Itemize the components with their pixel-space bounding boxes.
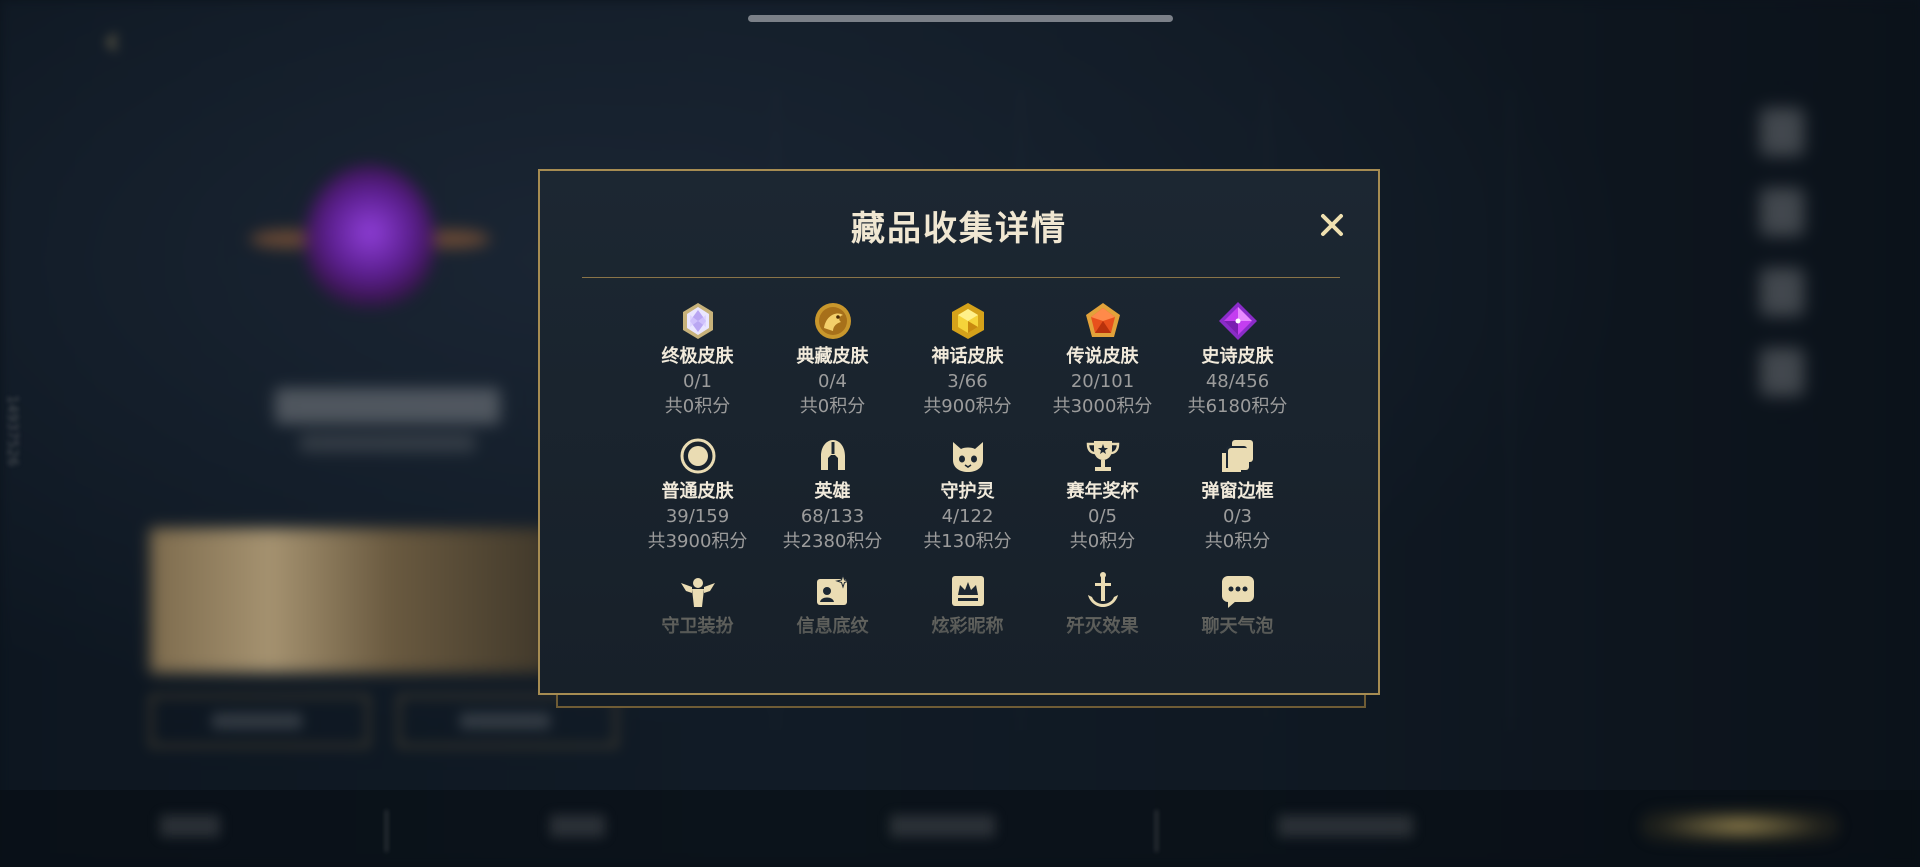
modal-title: 藏品收集详情 — [851, 209, 1067, 249]
item-points: 共0积分 — [664, 396, 731, 417]
bottom-separator — [385, 810, 388, 852]
item-label: 典藏皮肤 — [796, 346, 869, 367]
collection-item-legendary-skin[interactable]: 传说皮肤 20/101 共3000积分 — [1035, 301, 1170, 419]
item-points: 共6180积分 — [1187, 396, 1288, 417]
collection-item-popup-frame[interactable]: 弹窗边框 0/3 共0积分 — [1170, 436, 1305, 554]
close-icon — [1321, 214, 1343, 236]
item-points: 共0积分 — [1204, 531, 1271, 552]
bottom-separator — [1155, 810, 1158, 852]
item-count: 0/4 — [818, 371, 847, 392]
collection-item-normal-skin[interactable]: 普通皮肤 39/159 共3900积分 — [630, 436, 765, 554]
item-label: 传说皮肤 — [1066, 346, 1139, 367]
item-points: 共3900积分 — [647, 531, 748, 552]
item-count: 0/3 — [1223, 506, 1252, 527]
side-menu-icon[interactable] — [1760, 108, 1804, 156]
item-label: 普通皮肤 — [661, 481, 734, 502]
player-name-blur — [275, 388, 500, 424]
collection-item-annihilation-effect[interactable]: 歼灭效果 — [1035, 571, 1170, 639]
collection-item-info-background[interactable]: 信息底纹 — [765, 571, 900, 639]
item-label: 赛年奖杯 — [1066, 481, 1139, 502]
item-points: 共0积分 — [1069, 531, 1136, 552]
item-label: 史诗皮肤 — [1201, 346, 1274, 367]
item-count: 68/133 — [800, 506, 865, 527]
side-menu-icon[interactable] — [1760, 268, 1804, 316]
item-count: 0/1 — [683, 371, 712, 392]
bottom-action-button[interactable] — [1640, 808, 1840, 844]
bottom-tab[interactable] — [890, 815, 995, 837]
background-column-line — [1510, 90, 1512, 730]
side-vertical-text: 14937526 — [4, 395, 20, 467]
bottom-tab[interactable] — [1278, 815, 1413, 837]
back-button[interactable]: ‹ — [104, 18, 120, 64]
item-points: 共0积分 — [799, 396, 866, 417]
mythic-skin-icon — [951, 303, 984, 339]
item-label: 守卫装扮 — [661, 616, 734, 637]
guard-costume-icon — [680, 578, 715, 607]
chat-bubble-icon — [1221, 576, 1254, 608]
item-label: 英雄 — [814, 481, 851, 502]
collection-item-colorful-nickname[interactable]: 炫彩昵称 — [900, 571, 1035, 639]
legendary-skin-icon — [1085, 303, 1120, 337]
item-label: 信息底纹 — [796, 616, 869, 637]
collection-item-epic-skin[interactable]: 史诗皮肤 48/456 共6180积分 — [1170, 301, 1305, 419]
bottom-tab[interactable] — [550, 815, 605, 837]
colorful-nickname-icon — [951, 576, 984, 606]
annihilation-effect-icon — [1087, 572, 1118, 607]
item-points: 共3000积分 — [1052, 396, 1153, 417]
title-divider — [582, 277, 1340, 278]
side-menu-icon[interactable] — [1760, 188, 1804, 236]
item-label: 炫彩昵称 — [931, 616, 1004, 637]
close-button[interactable] — [1310, 203, 1354, 247]
collection-item-guard-costume[interactable]: 守卫装扮 — [630, 571, 765, 639]
collector-skin-icon — [814, 303, 851, 339]
item-label: 守护灵 — [940, 481, 995, 502]
item-count: 48/456 — [1205, 371, 1270, 392]
item-count: 20/101 — [1070, 371, 1135, 392]
collection-detail-modal: 藏品收集详情 终极皮肤 0/1 共0积分 典藏皮肤 0/4 共0积分 神话皮肤 … — [538, 169, 1380, 695]
player-subtitle-blur — [300, 434, 475, 452]
collection-item-chat-bubble[interactable]: 聊天气泡 — [1170, 571, 1305, 639]
collection-item-ultimate-skin[interactable]: 终极皮肤 0/1 共0积分 — [630, 301, 765, 419]
item-count: 4/122 — [941, 506, 994, 527]
collection-item-mythic-skin[interactable]: 神话皮肤 3/66 共900积分 — [900, 301, 1035, 419]
item-count: 39/159 — [665, 506, 730, 527]
trophy-icon — [1086, 441, 1119, 471]
item-label: 歼灭效果 — [1066, 616, 1139, 637]
ultimate-skin-icon — [682, 303, 713, 339]
side-menu-icon[interactable] — [1760, 348, 1804, 396]
item-points: 共130积分 — [923, 531, 1012, 552]
popup-frame-icon — [1221, 440, 1253, 472]
chevron-left-icon: ‹ — [104, 18, 120, 64]
item-count: 0/5 — [1088, 506, 1117, 527]
collection-item-collector-skin[interactable]: 典藏皮肤 0/4 共0积分 — [765, 301, 900, 419]
bottom-tab[interactable] — [160, 815, 220, 837]
collection-item-season-trophy[interactable]: 赛年奖杯 0/5 共0积分 — [1035, 436, 1170, 554]
top-drag-handle[interactable] — [748, 15, 1173, 22]
item-count: 3/66 — [947, 371, 988, 392]
emblem-orb — [305, 165, 435, 315]
info-background-icon — [816, 573, 851, 605]
collection-item-guardian-spirit[interactable]: 守护灵 4/122 共130积分 — [900, 436, 1035, 554]
collection-item-hero[interactable]: 英雄 68/133 共2380积分 — [765, 436, 900, 554]
item-label: 终极皮肤 — [661, 346, 734, 367]
item-points: 共900积分 — [923, 396, 1012, 417]
item-label: 弹窗边框 — [1201, 481, 1274, 502]
background-card — [150, 528, 550, 673]
epic-skin-icon — [1218, 302, 1257, 340]
hero-helmet-icon — [820, 440, 845, 470]
item-label: 聊天气泡 — [1201, 616, 1274, 637]
player-emblem — [250, 160, 490, 330]
background-button[interactable] — [150, 695, 369, 747]
item-points: 共2380积分 — [782, 531, 883, 552]
item-label: 神话皮肤 — [931, 346, 1004, 367]
normal-skin-icon — [680, 438, 715, 474]
guardian-spirit-icon — [952, 442, 983, 472]
